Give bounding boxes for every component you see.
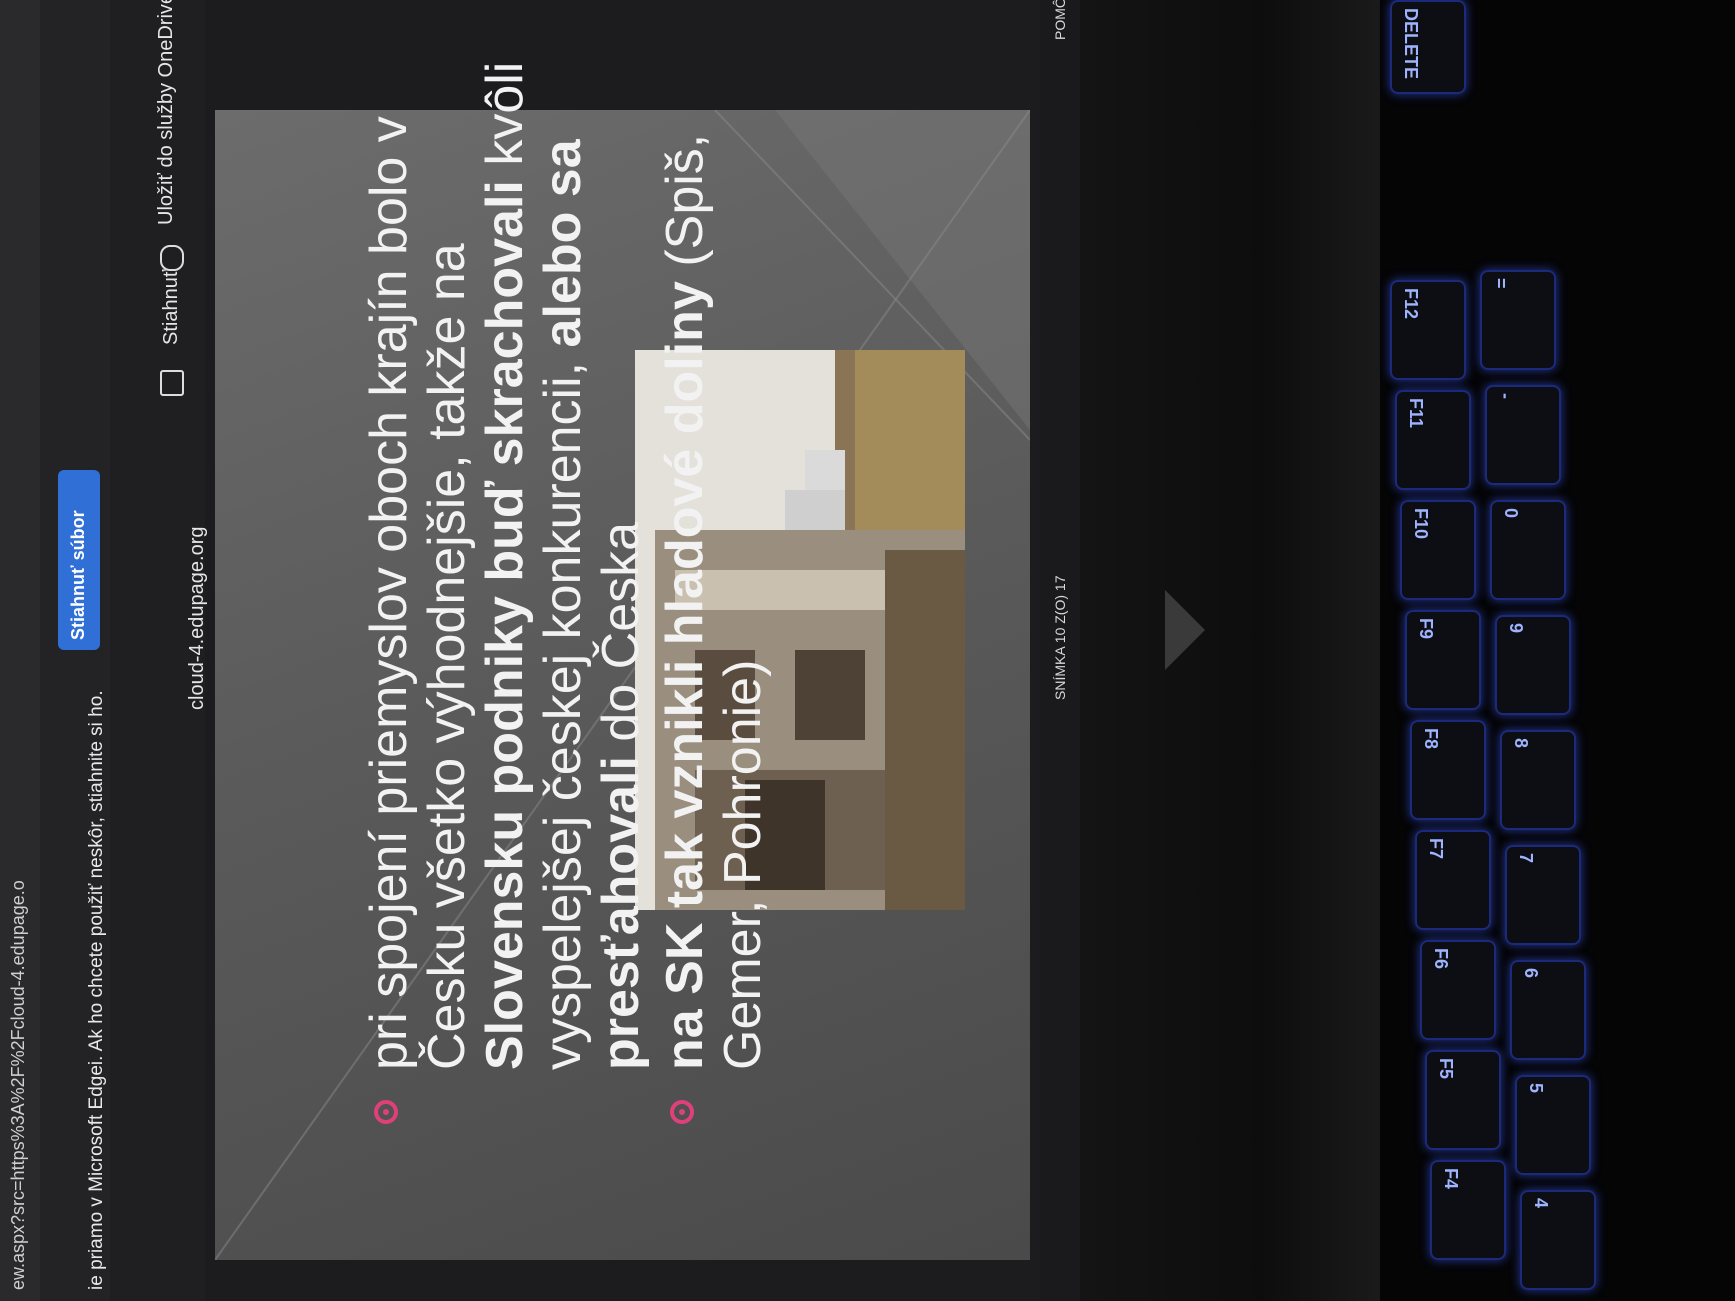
bullet1-bold-1: Slovensku podniky buď skrachovali [476, 180, 534, 1070]
domain-label: cloud-4.edupage.org [186, 526, 208, 710]
key-f5[interactable]: F5 [1425, 1050, 1501, 1150]
key-delete[interactable]: DELETE [1390, 0, 1466, 94]
download-file-label: Stiahnuť súbor [68, 510, 88, 640]
address-bar[interactable]: ew.aspx?src=https%3A%2F%2Fcloud-4.edupag… [0, 0, 41, 1301]
key-8[interactable]: 8 [1500, 730, 1576, 830]
download-icon[interactable] [160, 370, 184, 396]
key-f9[interactable]: F9 [1405, 610, 1481, 710]
download-file-button[interactable]: Stiahnuť súbor [58, 470, 100, 650]
key-f6[interactable]: F6 [1420, 940, 1496, 1040]
key-f12[interactable]: F12 [1390, 280, 1466, 380]
key-4[interactable]: 4 [1520, 1190, 1596, 1290]
bullet2-bold-1: na SK tak vznikli hladové doliny [656, 281, 714, 1070]
bullet1-text-3: do Česka [592, 521, 650, 757]
key-f11[interactable]: F11 [1395, 390, 1471, 490]
slide-text-block: pri spojení priemyslov oboch krajín bolo… [360, 50, 778, 1130]
laptop-logo-icon [1165, 590, 1205, 670]
key-minus[interactable]: - [1485, 385, 1561, 485]
key-0[interactable]: 0 [1490, 500, 1566, 600]
notice-text: ie priamo v Microsoft Edgei. Ak ho chcet… [86, 690, 107, 1290]
address-text: ew.aspx?src=https%3A%2F%2Fcloud-4.edupag… [8, 880, 28, 1290]
onedrive-icon[interactable] [160, 245, 184, 271]
key-f10[interactable]: F10 [1400, 500, 1476, 600]
save-onedrive-button[interactable]: Uložiť do služby OneDrive [155, 0, 178, 225]
download-button[interactable]: Stiahnuť [160, 270, 183, 345]
key-7[interactable]: 7 [1505, 845, 1581, 945]
laptop-bezel [1080, 0, 1380, 1301]
slide-counter: SNÍMKA 10 Z(O) 17 [1052, 575, 1068, 700]
key-5[interactable]: 5 [1515, 1075, 1591, 1175]
key-6[interactable]: 6 [1510, 960, 1586, 1060]
key-f7[interactable]: F7 [1415, 830, 1491, 930]
bullet-icon [374, 1100, 398, 1124]
key-f4[interactable]: F4 [1430, 1160, 1506, 1260]
bullet-item-1: pri spojení priemyslov oboch krajín bolo… [360, 50, 650, 1130]
keyboard: F4 F5 F6 F7 F8 F9 F10 F11 F12 DELETE 4 5… [1380, 0, 1735, 1301]
help-label[interactable]: POMÔC [1052, 0, 1068, 40]
key-equals[interactable]: = [1480, 270, 1556, 370]
key-f8[interactable]: F8 [1410, 720, 1486, 820]
bullet-icon [670, 1100, 694, 1124]
bullet1-text-1: pri spojení priemyslov oboch krajín bolo… [360, 116, 476, 1070]
key-9[interactable]: 9 [1495, 615, 1571, 715]
bullet-item-2: na SK tak vznikli hladové doliny (Spiš, … [656, 50, 772, 1130]
